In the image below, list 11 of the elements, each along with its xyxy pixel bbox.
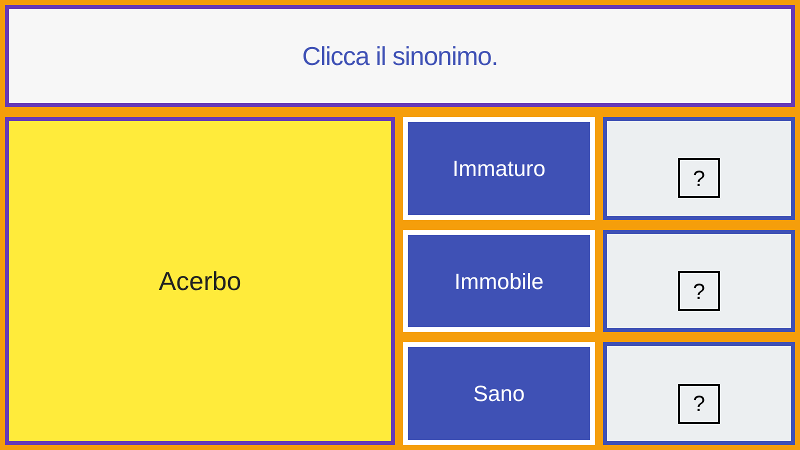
option-button[interactable]: Immobile <box>403 230 595 332</box>
prompt-text: Clicca il sinonimo. <box>302 40 498 72</box>
answer-slot[interactable]: ? <box>603 117 795 220</box>
question-mark-box: ? <box>678 384 720 424</box>
answer-slot[interactable]: ? <box>603 230 795 332</box>
word-text: Acerbo <box>158 264 242 298</box>
option-button[interactable]: Sano <box>403 342 595 446</box>
question-mark-box: ? <box>678 271 720 311</box>
question-mark-box: ? <box>678 158 720 198</box>
option-button[interactable]: Immaturo <box>403 117 595 220</box>
answer-slot[interactable]: ? <box>603 342 795 446</box>
